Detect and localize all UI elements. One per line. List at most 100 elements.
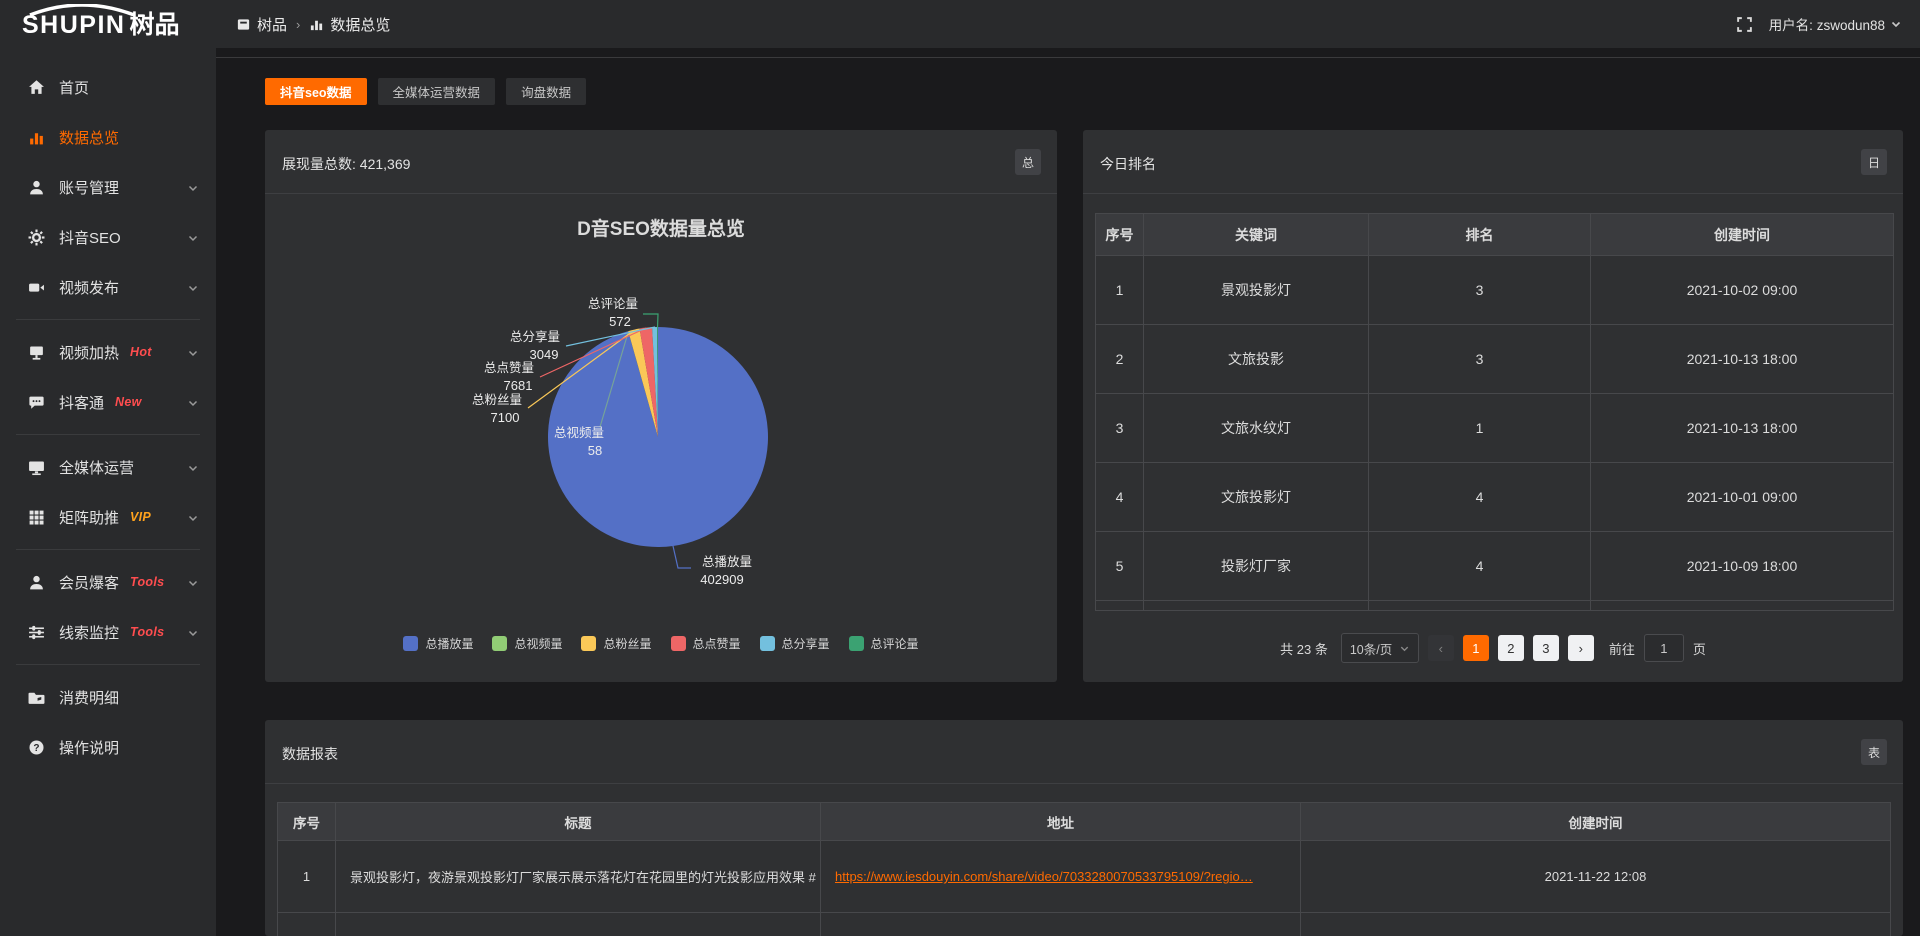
breadcrumb-current[interactable]: 数据总览 bbox=[309, 14, 390, 35]
sidebar-item-gear[interactable]: 抖音SEO bbox=[0, 212, 216, 262]
grid-icon bbox=[27, 508, 45, 526]
pie-label-name: 总粉丝量 bbox=[472, 392, 522, 407]
legend-label: 总点赞量 bbox=[693, 635, 741, 652]
table-cell: 2 bbox=[1096, 325, 1144, 394]
sliders-icon bbox=[27, 623, 45, 641]
legend-swatch bbox=[581, 636, 596, 651]
table-cell: 文旅投影灯 bbox=[1144, 463, 1369, 532]
table-cell: 文旅投影 bbox=[1144, 325, 1369, 394]
user-icon bbox=[27, 178, 45, 196]
sidebar-item-label: 抖音SEO bbox=[59, 227, 121, 248]
label-line bbox=[643, 314, 658, 328]
table-cell: 3 bbox=[1369, 325, 1591, 394]
user-menu[interactable]: 用户名: zswodun88 bbox=[1769, 14, 1902, 34]
legend-item-总视频量[interactable]: 总视频量 bbox=[492, 635, 562, 652]
tab-media-operation[interactable]: 全媒体运营数据 bbox=[378, 78, 496, 105]
prev-page-button[interactable]: ‹ bbox=[1428, 635, 1454, 661]
sidebar-item-label: 操作说明 bbox=[59, 737, 119, 758]
table-row-clipped bbox=[1096, 601, 1894, 611]
member-icon bbox=[27, 573, 45, 591]
ranking-panel: 今日排名 日 序号关键词排名创建时间 1景观投影灯32021-10-02 09:… bbox=[1083, 130, 1903, 682]
next-page-button[interactable]: › bbox=[1568, 635, 1594, 661]
svg-text:?: ? bbox=[33, 743, 39, 754]
sidebar-item-chart[interactable]: 数据总览 bbox=[0, 112, 216, 162]
bar-chart-icon bbox=[309, 17, 324, 32]
pie-label-value: 7100 bbox=[491, 410, 520, 425]
tab-inquiry[interactable]: 询盘数据 bbox=[506, 78, 586, 105]
pie-label-name: 总分享量 bbox=[510, 329, 560, 344]
legend-swatch bbox=[492, 636, 507, 651]
chevron-down-icon bbox=[187, 396, 199, 413]
fullscreen-icon[interactable] bbox=[1736, 16, 1753, 33]
sidebar-item-label: 矩阵助推 bbox=[59, 507, 119, 528]
sidebar-item-label: 抖客通 bbox=[59, 392, 104, 413]
legend-label: 总分享量 bbox=[782, 635, 830, 652]
goto-page-input[interactable] bbox=[1644, 634, 1684, 662]
sidebar-item-member[interactable]: 会员爆客Tools bbox=[0, 557, 216, 607]
pie-label-name: 总播放量 bbox=[702, 554, 752, 569]
overview-panel: 展现量总数: 421,369 总 D音SEO数据量总览 总播放量402909总视… bbox=[265, 130, 1057, 682]
monitor-icon bbox=[27, 458, 45, 476]
sidebar-item-folder[interactable]: 消费明细 bbox=[0, 672, 216, 722]
report-table: 序号标题地址创建时间 1景观投影灯，夜游景观投影灯厂家展示展示落花灯在花园里的灯… bbox=[277, 802, 1891, 936]
sidebar-item-help[interactable]: ? 操作说明 bbox=[0, 722, 216, 772]
sidebar-item-screen[interactable]: 视频加热Hot bbox=[0, 327, 216, 377]
legend-swatch bbox=[671, 636, 686, 651]
report-cell-title: 景观投影灯，夜游景观投影灯厂家展示展示落花灯在花园里的灯光投影应用效果 # bbox=[336, 841, 821, 913]
tab-douyin-seo[interactable]: 抖音seo数据 bbox=[265, 78, 367, 105]
breadcrumb: 树品 › 数据总览 bbox=[236, 0, 390, 48]
pie-label-name: 总评论量 bbox=[588, 297, 638, 311]
table-cell: 5 bbox=[1096, 532, 1144, 601]
legend-item-总粉丝量[interactable]: 总粉丝量 bbox=[581, 635, 651, 652]
chart-icon bbox=[27, 128, 45, 146]
legend-item-总播放量[interactable]: 总播放量 bbox=[403, 635, 473, 652]
panel-divider bbox=[265, 783, 1903, 784]
topbar-divider bbox=[216, 57, 1920, 58]
legend-swatch bbox=[849, 636, 864, 651]
sidebar-item-video[interactable]: 视频发布 bbox=[0, 262, 216, 312]
chevron-down-icon bbox=[187, 181, 199, 198]
table-cell: 文旅水纹灯 bbox=[1144, 394, 1369, 463]
sidebar-item-label: 视频发布 bbox=[59, 277, 119, 298]
table-cell: 4 bbox=[1369, 463, 1591, 532]
report-link[interactable]: https://www.iesdouyin.com/share/video/70… bbox=[835, 869, 1253, 884]
report-panel: 数据报表 表 序号标题地址创建时间 1景观投影灯，夜游景观投影灯厂家展示展示落花… bbox=[265, 720, 1903, 936]
legend-label: 总评论量 bbox=[871, 635, 919, 652]
sidebar-item-chat[interactable]: 抖客通New bbox=[0, 377, 216, 427]
report-table-button[interactable]: 表 bbox=[1861, 739, 1887, 765]
ranking-table: 序号关键词排名创建时间 1景观投影灯32021-10-02 09:002文旅投影… bbox=[1095, 213, 1894, 611]
sidebar-item-sliders[interactable]: 线索监控Tools bbox=[0, 607, 216, 657]
page-button-1[interactable]: 1 bbox=[1463, 635, 1489, 661]
legend-item-总评论量[interactable]: 总评论量 bbox=[849, 635, 919, 652]
table-row: 3文旅水纹灯12021-10-13 18:00 bbox=[1096, 394, 1894, 463]
goto-unit-label: 页 bbox=[1693, 639, 1706, 658]
table-cell: 2021-10-02 09:00 bbox=[1591, 256, 1894, 325]
sidebar-divider bbox=[16, 319, 200, 320]
ranking-day-button[interactable]: 日 bbox=[1861, 149, 1887, 175]
table-cell: 2021-10-01 09:00 bbox=[1591, 463, 1894, 532]
page-size-select[interactable]: 10条/页 bbox=[1341, 633, 1419, 663]
pie-label-value: 572 bbox=[609, 314, 631, 329]
table-cell: 1 bbox=[1369, 394, 1591, 463]
legend-item-总分享量[interactable]: 总分享量 bbox=[760, 635, 830, 652]
sidebar-item-monitor[interactable]: 全媒体运营 bbox=[0, 442, 216, 492]
legend-swatch bbox=[403, 636, 418, 651]
help-icon: ? bbox=[27, 738, 45, 756]
ranking-column-header: 创建时间 bbox=[1591, 214, 1894, 256]
sidebar-item-home[interactable]: 首页 bbox=[0, 62, 216, 112]
sidebar-divider bbox=[16, 549, 200, 550]
app-logo[interactable]: SHUPIN 树品 bbox=[22, 8, 179, 42]
sidebar-item-grid[interactable]: 矩阵助推VIP bbox=[0, 492, 216, 542]
legend-label: 总播放量 bbox=[425, 635, 473, 652]
breadcrumb-home[interactable]: 树品 bbox=[236, 14, 287, 35]
page-button-2[interactable]: 2 bbox=[1498, 635, 1524, 661]
table-cell: 4 bbox=[1096, 463, 1144, 532]
table-cell: 景观投影灯 bbox=[1144, 256, 1369, 325]
pie-label-value: 3049 bbox=[530, 347, 559, 362]
pie-label-name: 总点赞量 bbox=[484, 361, 534, 375]
sidebar-item-user[interactable]: 账号管理 bbox=[0, 162, 216, 212]
table-cell: 3 bbox=[1369, 256, 1591, 325]
legend-item-总点赞量[interactable]: 总点赞量 bbox=[671, 635, 741, 652]
page-button-3[interactable]: 3 bbox=[1533, 635, 1559, 661]
table-cell: 2021-10-13 18:00 bbox=[1591, 394, 1894, 463]
